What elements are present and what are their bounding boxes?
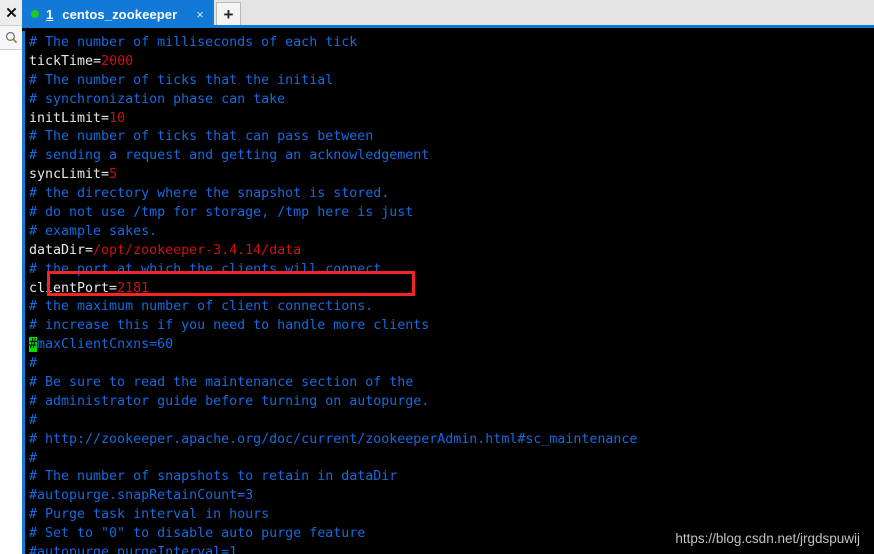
- tab-label: centos_zookeeper: [62, 6, 178, 22]
- terminal-screen[interactable]: # The number of milliseconds of each tic…: [25, 31, 874, 554]
- terminal-line: # Purge task interval in hours: [29, 506, 874, 525]
- terminal-line: # Be sure to read the maintenance sectio…: [29, 374, 874, 393]
- terminal-line: # increase this if you need to handle mo…: [29, 317, 874, 336]
- config-key: dataDir=: [29, 242, 94, 258]
- close-icon[interactable]: [0, 0, 22, 26]
- terminal-line: # synchronization phase can take: [29, 91, 874, 110]
- comment-text: # the directory where the snapshot is st…: [29, 186, 390, 202]
- terminal-line: # administrator guide before turning on …: [29, 393, 874, 412]
- terminal-window: 1 centos_zookeeper × + # The number of m…: [0, 0, 874, 554]
- config-value: 2181: [117, 280, 150, 296]
- terminal-line: #: [29, 355, 874, 374]
- comment-text: # sending a request and getting an ackno…: [29, 148, 430, 164]
- search-icon[interactable]: [0, 26, 22, 50]
- left-rail-filler: [0, 50, 22, 554]
- terminal-line: # example sakes.: [29, 223, 874, 242]
- new-tab-button[interactable]: +: [216, 2, 241, 25]
- comment-text: #autopurge.snapRetainCount=3: [29, 488, 254, 504]
- comment-text: # synchronization phase can take: [29, 91, 286, 107]
- comment-text: # http://zookeeper.apache.org/doc/curren…: [29, 431, 638, 447]
- tab-status-dot: [31, 10, 39, 18]
- comment-text: # increase this if you need to handle mo…: [29, 318, 430, 334]
- terminal-line: #autopurge.snapRetainCount=3: [29, 487, 874, 506]
- comment-text: # The number of snapshots to retain in d…: [29, 469, 398, 485]
- terminal-line: initLimit=10: [29, 110, 874, 129]
- terminal-line: clientPort=2181: [29, 280, 874, 299]
- comment-text: maxClientCnxns=60: [37, 337, 174, 353]
- terminal-line: tickTime=2000: [29, 53, 874, 72]
- config-key: tickTime=: [29, 53, 102, 69]
- terminal-line: #maxClientCnxns=60: [29, 336, 874, 355]
- terminal-pane[interactable]: # The number of milliseconds of each tic…: [22, 31, 874, 554]
- comment-text: #autopurge.purgeInterval=1: [29, 545, 238, 554]
- config-value: 10: [109, 110, 126, 126]
- terminal-line: # the port at which the clients will con…: [29, 261, 874, 280]
- terminal-line: # The number of milliseconds of each tic…: [29, 34, 874, 53]
- terminal-line: # http://zookeeper.apache.org/doc/curren…: [29, 431, 874, 450]
- tab-close-icon[interactable]: ×: [196, 8, 204, 21]
- terminal-line: # The number of snapshots to retain in d…: [29, 468, 874, 487]
- config-key: syncLimit=: [29, 167, 110, 183]
- terminal-line: # the maximum number of client connectio…: [29, 298, 874, 317]
- config-key: clientPort=: [29, 280, 118, 296]
- terminal-line: # the directory where the snapshot is st…: [29, 185, 874, 204]
- terminal-line: #: [29, 450, 874, 469]
- comment-text: #: [29, 356, 38, 372]
- comment-text: # Purge task interval in hours: [29, 507, 270, 523]
- left-rail: [0, 0, 22, 554]
- comment-text: # The number of ticks that the initial: [29, 72, 334, 88]
- comment-text: #: [29, 450, 38, 466]
- comment-text: # example sakes.: [29, 223, 158, 239]
- tab-index: 1: [46, 6, 54, 22]
- config-value: /opt/zookeeper-3.4.14/data: [93, 242, 302, 258]
- tab-centos-zookeeper[interactable]: 1 centos_zookeeper ×: [22, 0, 214, 28]
- comment-text: # Be sure to read the maintenance sectio…: [29, 375, 414, 391]
- tab-bar: 1 centos_zookeeper × +: [22, 0, 874, 28]
- comment-text: # administrator guide before turning on …: [29, 393, 430, 409]
- terminal-line: syncLimit=5: [29, 166, 874, 185]
- terminal-line: # sending a request and getting an ackno…: [29, 147, 874, 166]
- comment-text: #: [29, 412, 38, 428]
- terminal-line: # The number of ticks that can pass betw…: [29, 128, 874, 147]
- terminal-line-highlighted: dataDir=/opt/zookeeper-3.4.14/data: [29, 242, 874, 261]
- watermark-text: https://blog.csdn.net/jrgdspuwij: [675, 531, 860, 546]
- plus-icon: +: [223, 4, 234, 24]
- comment-text: # the maximum number of client connectio…: [29, 299, 374, 315]
- tab-bar-empty-area: [241, 0, 874, 25]
- config-value: 5: [109, 167, 118, 183]
- text-cursor: #: [29, 337, 38, 353]
- config-key: initLimit=: [29, 110, 110, 126]
- terminal-line: # The number of ticks that the initial: [29, 72, 874, 91]
- terminal-line: #: [29, 412, 874, 431]
- comment-text: # The number of milliseconds of each tic…: [29, 35, 358, 50]
- comment-text: # do not use /tmp for storage, /tmp here…: [29, 205, 414, 221]
- comment-text: # Set to "0" to disable auto purge featu…: [29, 526, 366, 542]
- comment-text: # the port at which the clients will con…: [29, 261, 382, 277]
- terminal-line: # do not use /tmp for storage, /tmp here…: [29, 204, 874, 223]
- comment-text: # The number of ticks that can pass betw…: [29, 129, 374, 145]
- config-value: 2000: [101, 53, 134, 69]
